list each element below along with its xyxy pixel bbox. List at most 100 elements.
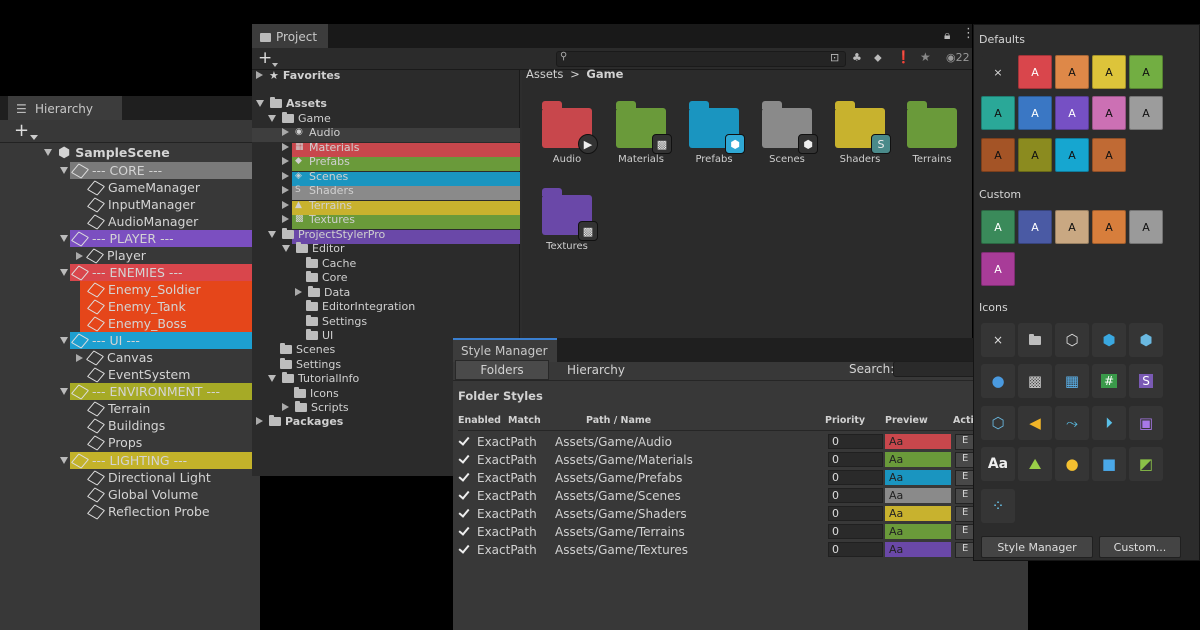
tab-folders[interactable]: Folders	[455, 360, 549, 380]
hierarchy-row[interactable]: --- CORE ---	[60, 162, 162, 179]
swatch-teal[interactable]: A	[981, 96, 1015, 130]
preview-swatch[interactable]: Aa	[885, 542, 951, 557]
custom-swatch[interactable]: A	[981, 252, 1015, 286]
sphere-material-icon[interactable]: ●	[981, 364, 1015, 398]
tree-scenes[interactable]: ◈ Scenes	[282, 169, 348, 183]
hierarchy-row[interactable]: AudioManager	[86, 213, 198, 230]
custom-swatch[interactable]: A	[981, 210, 1015, 244]
hierarchy-row[interactable]: Enemy_Boss	[86, 315, 187, 332]
preview-swatch[interactable]: Aa	[885, 488, 951, 503]
folder-terrains[interactable]: Terrains	[907, 100, 957, 165]
swatch-brown[interactable]: A	[981, 138, 1015, 172]
hash-script-icon[interactable]: #	[1092, 364, 1126, 398]
custom-swatch[interactable]: A	[1018, 210, 1052, 244]
swatch-blue[interactable]: A	[1018, 96, 1052, 130]
folder-prefabs[interactable]: ⬢ Prefabs	[689, 100, 745, 165]
hierarchy-row[interactable]: Enemy_Soldier	[86, 281, 201, 298]
priority-field[interactable]: 0	[828, 488, 883, 503]
particles-icon[interactable]: ⁘	[981, 489, 1015, 523]
search-input[interactable]: ⚲	[556, 51, 846, 67]
audio-icon[interactable]: ◀	[1018, 406, 1052, 440]
style-manager-button[interactable]: Style Manager	[981, 536, 1093, 558]
preview-swatch[interactable]: Aa	[885, 434, 951, 449]
filter-icon[interactable]: ♣	[852, 51, 862, 64]
match-dropdown[interactable]: ExactPath	[477, 435, 537, 449]
preview-swatch[interactable]: Aa	[885, 452, 951, 467]
custom-swatch[interactable]: A	[1055, 210, 1089, 244]
match-dropdown[interactable]: ExactPath	[477, 543, 537, 557]
tree-prefabs[interactable]: ◆ Prefabs	[282, 154, 350, 168]
path-field[interactable]: Assets/Game/Terrains	[555, 525, 685, 539]
terrain-data-icon[interactable]: ◩	[1129, 447, 1163, 481]
hierarchy-row[interactable]: GameManager	[86, 179, 200, 196]
priority-field[interactable]: 0	[828, 506, 883, 521]
shader-s-icon[interactable]: S	[1129, 364, 1163, 398]
tree-materials[interactable]: ▦ Materials	[282, 140, 359, 154]
light-bulb-icon[interactable]: ●	[1055, 447, 1089, 481]
swatch-yellow[interactable]: A	[1092, 55, 1126, 89]
checkbox-enabled[interactable]	[458, 435, 469, 446]
custom-swatch[interactable]: A	[1092, 210, 1126, 244]
priority-field[interactable]: 0	[828, 470, 883, 485]
checkbox-enabled[interactable]	[458, 525, 469, 536]
tree-core[interactable]: Core	[306, 270, 347, 284]
terrain-icon[interactable]: ⛰	[1018, 447, 1052, 481]
tree-cache[interactable]: Cache	[306, 256, 356, 270]
tree-shaders[interactable]: S Shaders	[282, 183, 354, 197]
swatch-olive[interactable]: A	[1018, 138, 1052, 172]
match-dropdown[interactable]: ExactPath	[477, 471, 537, 485]
tab-hierarchy[interactable]: ☰ Hierarchy	[8, 96, 122, 120]
clear-icon[interactable]: ×	[981, 323, 1015, 357]
hierarchy-row[interactable]: Canvas	[76, 349, 153, 366]
hierarchy-row[interactable]: --- ENVIRONMENT ---	[60, 383, 220, 400]
warning-icon[interactable]: ❗	[896, 50, 911, 64]
unity-cube-icon[interactable]: ⬡	[1055, 323, 1089, 357]
hierarchy-row[interactable]: --- PLAYER ---	[60, 230, 174, 247]
tree-assets[interactable]: Assets	[256, 96, 327, 110]
tab-style-manager[interactable]: Style Manager	[453, 338, 557, 362]
play-circle-icon[interactable]: ⏵	[1092, 406, 1126, 440]
swatch-orange[interactable]: A	[1055, 55, 1089, 89]
swatch-green[interactable]: A	[1129, 55, 1163, 89]
swatch-pink[interactable]: A	[1092, 96, 1126, 130]
match-dropdown[interactable]: ExactPath	[477, 453, 537, 467]
tree-icons[interactable]: Icons	[294, 386, 339, 400]
priority-field[interactable]: 0	[828, 542, 883, 557]
camera-icon[interactable]: ■	[1092, 447, 1126, 481]
tree-favorites[interactable]: ★ Favorites	[256, 68, 340, 82]
checkbox-enabled[interactable]	[458, 453, 469, 464]
tree-game[interactable]: Game	[268, 111, 331, 125]
swatch-rust[interactable]: A	[1092, 138, 1126, 172]
folder-materials[interactable]: ▩ Materials	[616, 100, 672, 165]
breadcrumb-game[interactable]: Game	[586, 67, 623, 81]
checker-texture-icon[interactable]: ▩	[1018, 364, 1052, 398]
prefab-cube-icon[interactable]: ⬢	[1092, 323, 1126, 357]
custom-button[interactable]: Custom...	[1099, 536, 1181, 558]
path-field[interactable]: Assets/Game/Textures	[555, 543, 688, 557]
path-field[interactable]: Assets/Game/Scenes	[555, 489, 681, 503]
swatch-cyan[interactable]: A	[1055, 138, 1089, 172]
checkbox-enabled[interactable]	[458, 543, 469, 554]
preview-swatch[interactable]: Aa	[885, 524, 951, 539]
tree-scenes-root[interactable]: Scenes	[280, 342, 335, 356]
hierarchy-row[interactable]: --- UI ---	[60, 332, 140, 349]
hierarchy-row[interactable]: Terrain	[86, 400, 150, 417]
custom-swatch[interactable]: A	[1129, 210, 1163, 244]
match-dropdown[interactable]: ExactPath	[477, 507, 537, 521]
priority-field[interactable]: 0	[828, 524, 883, 539]
tree-settings[interactable]: Settings	[306, 314, 367, 328]
grid-icon[interactable]: ▦	[1055, 364, 1089, 398]
add-icon[interactable]: +	[14, 122, 29, 140]
lock-icon[interactable]: 🔒︎	[944, 28, 950, 43]
match-dropdown[interactable]: ExactPath	[477, 489, 537, 503]
swatch-purple[interactable]: A	[1055, 96, 1089, 130]
preview-swatch[interactable]: Aa	[885, 506, 951, 521]
folder-scenes[interactable]: ⬢ Scenes	[762, 100, 818, 165]
path-field[interactable]: Assets/Game/Shaders	[555, 507, 687, 521]
tree-textures[interactable]: ▩ Textures	[282, 212, 355, 226]
scene-row[interactable]: ⬢ SampleScene	[44, 144, 170, 161]
branch-icon[interactable]: ⤳	[1055, 406, 1089, 440]
folder-textures[interactable]: ▩ Textures	[542, 187, 598, 252]
prefab-variant-icon[interactable]: ⬢	[1129, 323, 1163, 357]
add-icon[interactable]: +	[258, 48, 272, 68]
